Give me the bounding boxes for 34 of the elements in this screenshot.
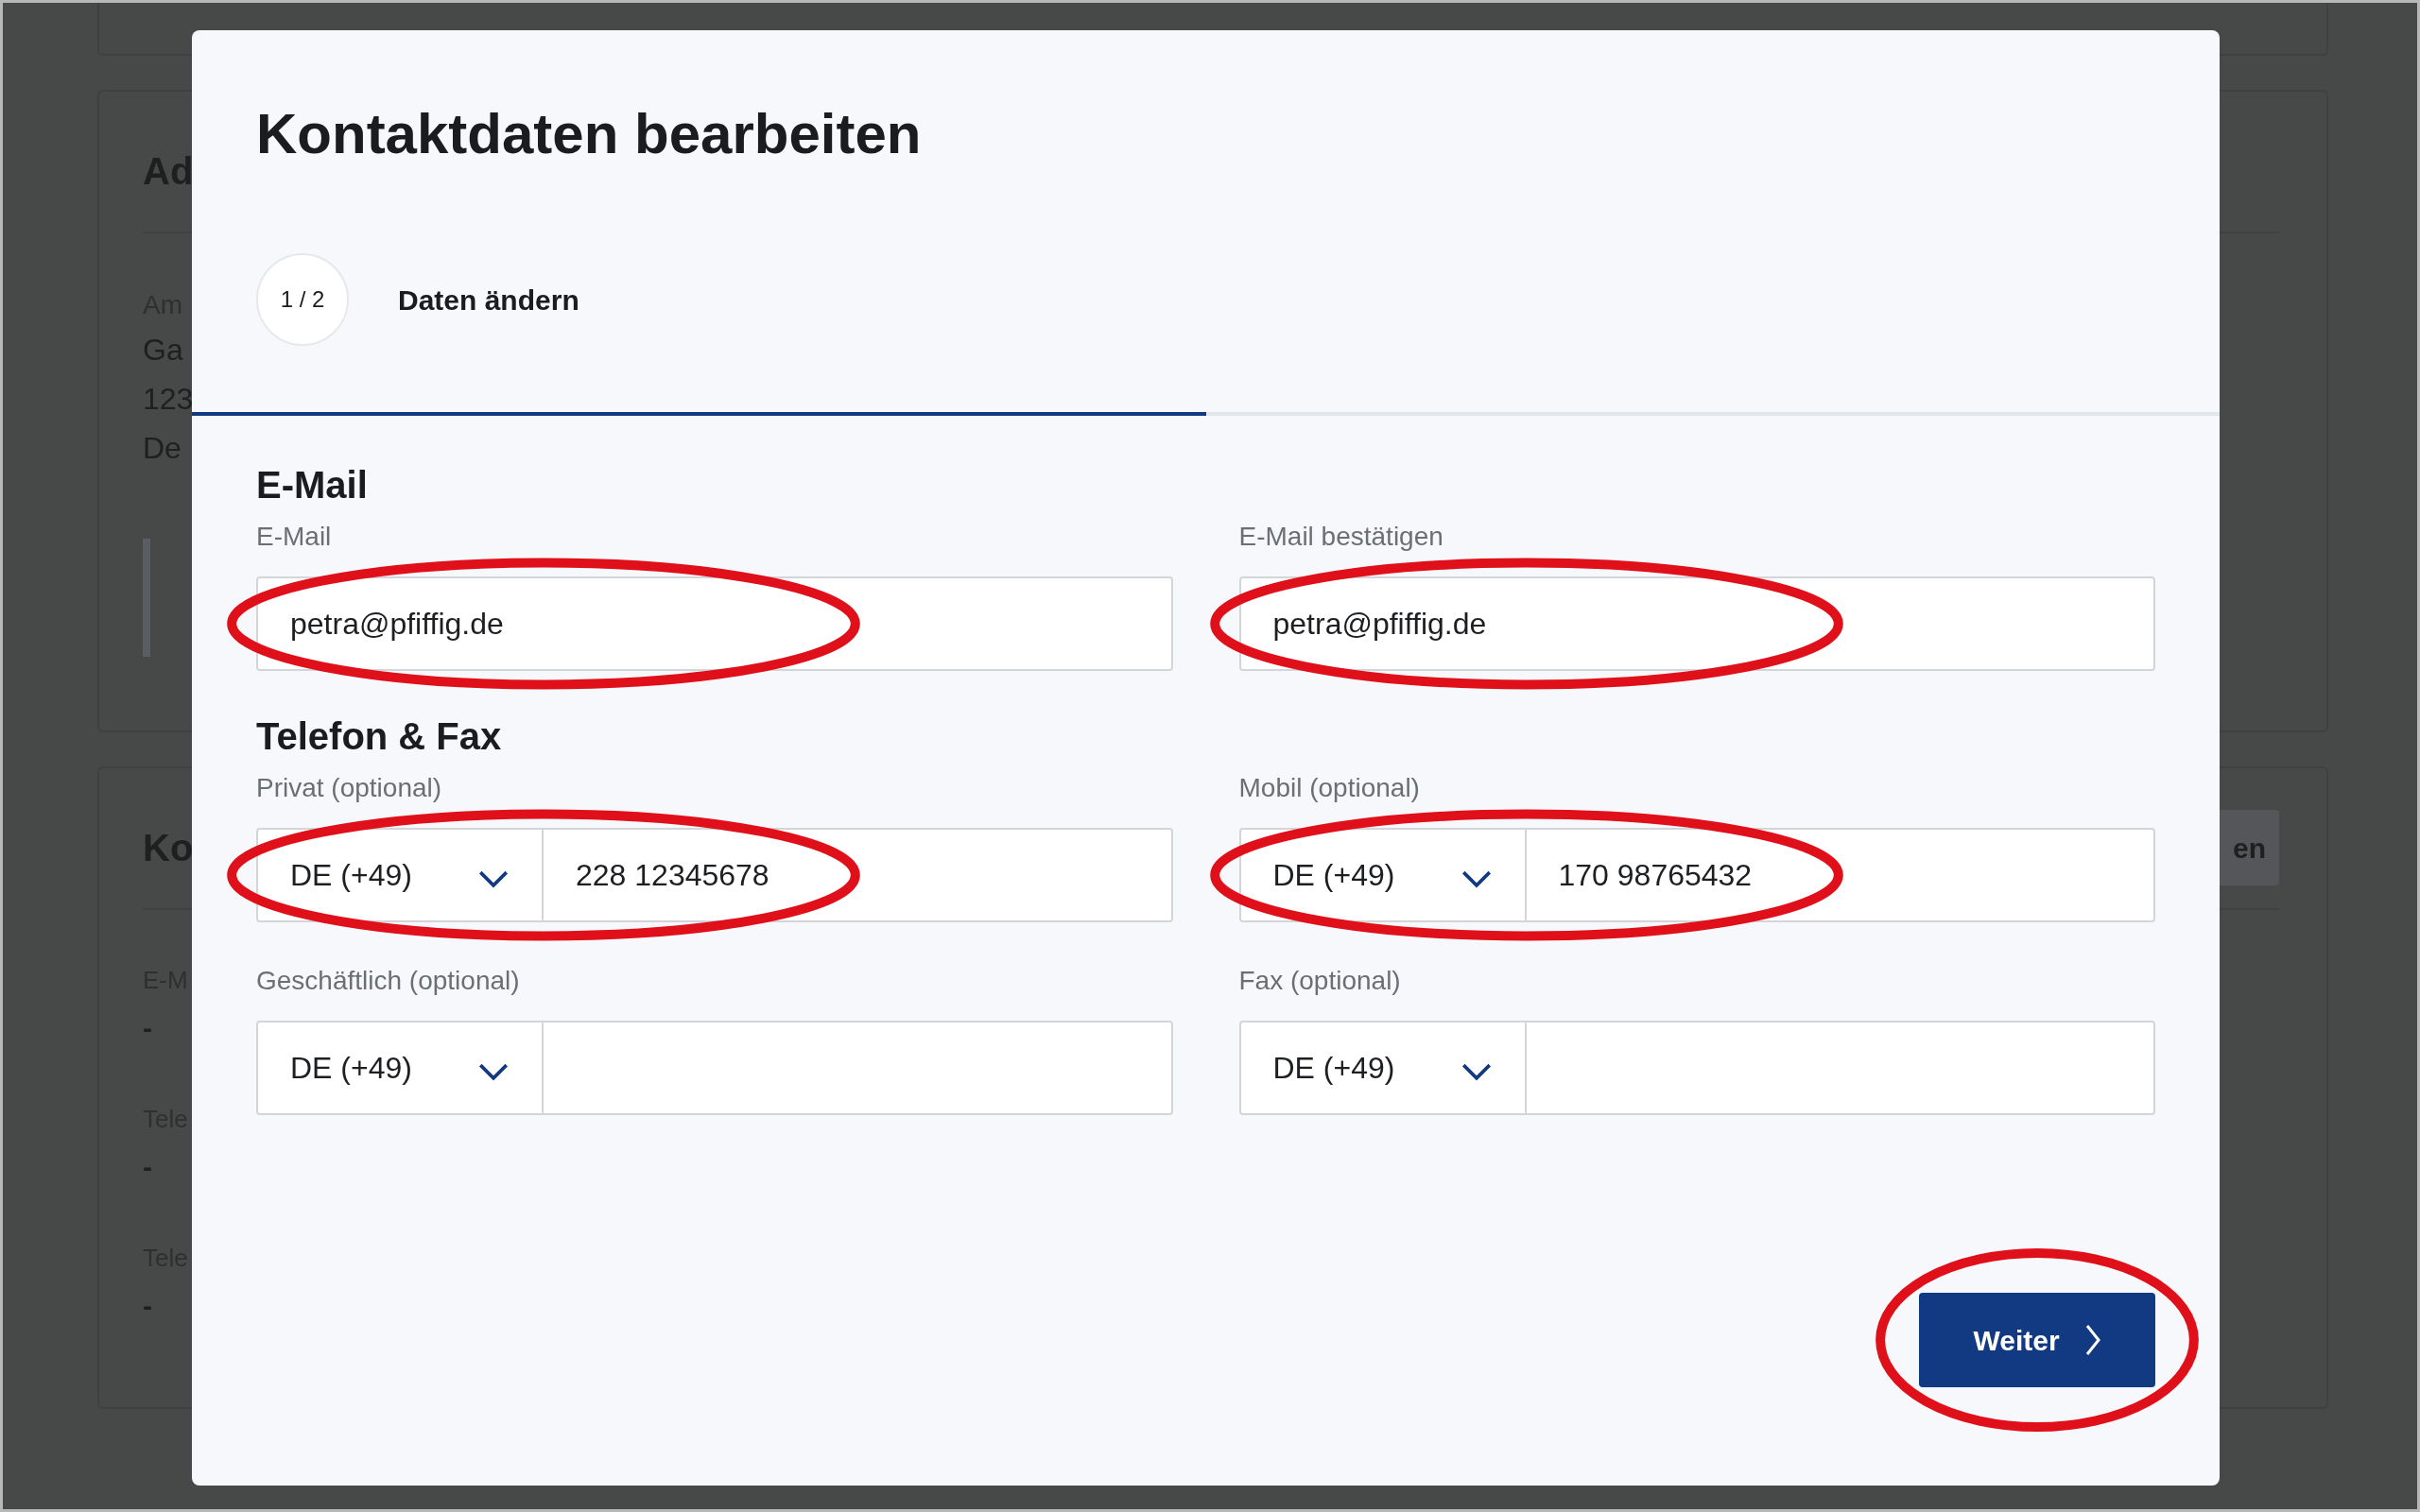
email-field[interactable]: petra@pfiffig.de: [256, 576, 1173, 671]
country-select[interactable]: DE (+49): [1238, 828, 1527, 922]
country-select[interactable]: DE (+49): [256, 1021, 544, 1115]
chevron-down-icon: [1460, 1061, 1493, 1082]
next-button[interactable]: Weiter: [1919, 1293, 2155, 1387]
country-select[interactable]: DE (+49): [1238, 1021, 1527, 1115]
chevron-down-icon: [477, 1061, 510, 1082]
country-select[interactable]: DE (+49): [256, 828, 544, 922]
field-label: E-Mail bestätigen: [1238, 521, 1443, 553]
field-value: 228 12345678: [576, 857, 769, 894]
chevron-down-icon: [477, 868, 510, 889]
dialog-title: Kontaktdaten bearbeiten: [255, 101, 923, 167]
field-value: petra@pfiffig.de: [1272, 606, 1487, 643]
field-label: Fax (optional): [1238, 965, 1401, 997]
phone-number-field[interactable]: [544, 1021, 1173, 1115]
phone-number-field[interactable]: 228 12345678: [544, 828, 1173, 922]
phone-number-field[interactable]: 170 98765432: [1526, 828, 2155, 922]
field-value: -: [143, 1289, 152, 1323]
chevron-right-icon: [2083, 1323, 2101, 1357]
phone-number-field[interactable]: [1526, 1021, 2155, 1115]
field-value: petra@pfiffig.de: [290, 606, 504, 643]
field-label: Mobil (optional): [1238, 772, 1420, 804]
step-label: Daten ändern: [398, 283, 579, 318]
field-value: 170 98765432: [1558, 857, 1753, 894]
section-heading: Telefon & Fax: [256, 714, 503, 759]
field-label: E-Mail: [256, 521, 332, 553]
email-field[interactable]: petra@pfiffig.de: [1238, 576, 2155, 671]
section-heading: E-Mail: [256, 463, 369, 507]
field-label: Geschäftlich (optional): [256, 965, 520, 997]
field-label: Privat (optional): [256, 772, 442, 804]
step-counter: 1 / 2: [256, 253, 349, 346]
chevron-down-icon: [1460, 868, 1493, 889]
field-value: -: [143, 1011, 152, 1045]
field-value: -: [143, 1150, 152, 1184]
